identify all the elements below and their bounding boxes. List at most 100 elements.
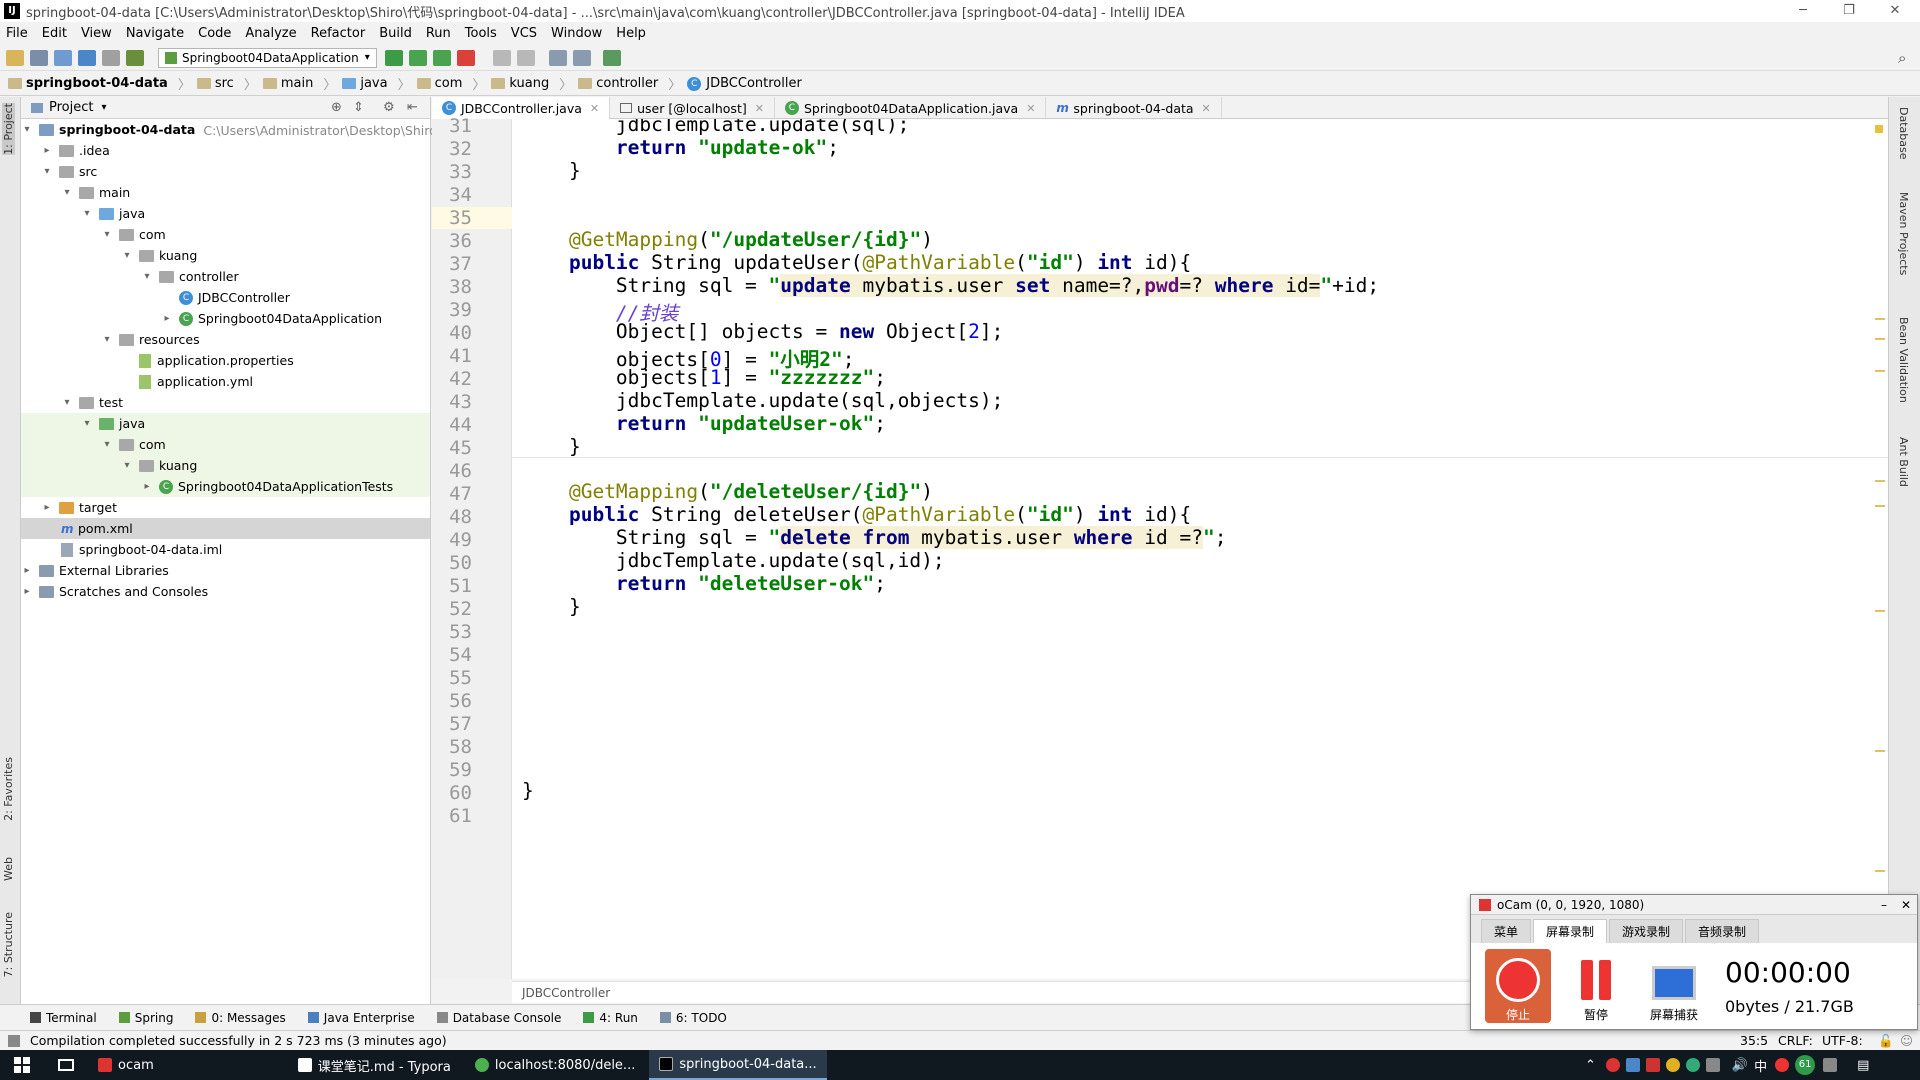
breadcrumb-java[interactable]: java (342, 76, 388, 91)
ocam-tab-game-record[interactable]: 游戏录制 (1609, 919, 1684, 943)
tree-node-com[interactable]: ▾ com (101, 224, 165, 245)
maven-tool-tab[interactable]: Maven Projects (1897, 192, 1910, 275)
terminal-tab[interactable]: Terminal (30, 1011, 97, 1025)
breadcrumb-kuang[interactable]: kuang (491, 76, 549, 91)
menu-navigate[interactable]: Navigate (126, 26, 184, 41)
maximize-icon[interactable]: ❐ (1826, 0, 1872, 22)
input-method-indicator[interactable]: 中 (1754, 1056, 1767, 1075)
menu-window[interactable]: Window (551, 26, 602, 41)
tree-node-iml[interactable]: springboot-04-data.iml (61, 539, 222, 560)
notification-icon[interactable]: ▤ (1857, 1058, 1869, 1073)
tree-node-test-kuang[interactable]: ▾ kuang (121, 455, 197, 476)
tree-node-test[interactable]: ▾ test (61, 392, 123, 413)
tree-node-resources[interactable]: ▾ resources (101, 329, 199, 350)
minimize-icon[interactable]: ─ (1780, 0, 1826, 22)
breadcrumb-class[interactable]: C JDBCController (687, 76, 802, 91)
tree-node-jdbccontroller[interactable]: C JDBCController (161, 287, 290, 308)
breadcrumb-controller[interactable]: controller (578, 76, 658, 91)
file-encoding[interactable]: UTF-8: (1822, 1033, 1863, 1048)
messages-tab[interactable]: 0: Messages (195, 1011, 286, 1025)
open-folder-icon[interactable] (6, 49, 24, 66)
network-icon[interactable] (1705, 1058, 1720, 1072)
tree-node-application-yml[interactable]: application.yml (121, 371, 253, 392)
tree-node-test-com[interactable]: ▾ com (101, 434, 165, 455)
search-icon[interactable]: ⌕ (1898, 49, 1906, 67)
warning-mark[interactable] (1875, 318, 1885, 320)
database-tool-tab[interactable]: Database (1897, 107, 1910, 160)
gear-icon[interactable]: ⚙ (383, 100, 395, 115)
forward-icon[interactable] (102, 49, 120, 66)
task-view-button[interactable] (48, 1050, 84, 1080)
ant-build-tool-tab[interactable]: Ant Build (1897, 437, 1910, 487)
favorites-tool-tab[interactable]: 2: Favorites (2, 757, 15, 821)
wechat-tray-icon[interactable] (1685, 1058, 1700, 1072)
debug-icon[interactable] (408, 49, 427, 66)
tab-user-localhost[interactable]: user [@localhost] ✕ (610, 97, 775, 119)
close-tab-icon[interactable]: ✕ (590, 102, 599, 115)
menu-code[interactable]: Code (198, 26, 231, 41)
breadcrumb-project[interactable]: springboot-04-data (8, 76, 168, 91)
database-console-tab[interactable]: Database Console (436, 1011, 561, 1025)
taskbar-item-ocam[interactable]: ocam (88, 1050, 284, 1080)
tool-windows-icon[interactable] (8, 1034, 20, 1047)
tree-node-scratches[interactable]: ▸ Scratches and Consoles (21, 581, 208, 602)
menu-edit[interactable]: Edit (42, 26, 67, 41)
project-view-select[interactable]: Project (49, 100, 93, 115)
tab-pom[interactable]: m springboot-04-data ✕ (1046, 97, 1222, 119)
menu-file[interactable]: File (6, 26, 28, 41)
stop-button[interactable]: 停止 (1485, 949, 1551, 1023)
project-tool-tab[interactable]: 1: Project (2, 103, 15, 155)
breadcrumb-com[interactable]: com (416, 76, 462, 91)
web-tool-tab[interactable]: Web (2, 857, 15, 881)
save-icon[interactable] (30, 49, 48, 66)
breadcrumb-main[interactable]: main (262, 76, 313, 91)
tree-node-project[interactable]: ▾ springboot-04-data C:\Users\Administrato… (21, 119, 465, 140)
taskbar-item-typora[interactable]: 课堂笔记.md - Typora (288, 1050, 461, 1080)
run-config-select[interactable]: Springboot04DataApplication ▾ (158, 47, 377, 68)
menu-refactor[interactable]: Refactor (311, 26, 366, 41)
tree-node-pom[interactable]: m pom.xml (61, 518, 133, 539)
taskbar-item-intellij[interactable]: springboot-04-data... (649, 1050, 827, 1080)
sogou-icon[interactable] (1775, 1058, 1790, 1072)
inspection-ok-icon[interactable] (1875, 125, 1883, 133)
sync-icon[interactable] (54, 49, 72, 66)
inspector-icon[interactable]: ☺ (1900, 1033, 1913, 1048)
qq-tray-icon[interactable] (1645, 1058, 1660, 1072)
close-tab-icon[interactable]: ✕ (755, 102, 764, 115)
warning-mark[interactable] (1875, 338, 1885, 340)
tree-node-idea[interactable]: ▸ .idea (41, 140, 109, 161)
structure-tool-tab[interactable]: 7: Structure (2, 912, 15, 977)
breadcrumb-src[interactable]: src (196, 76, 234, 91)
start-button[interactable] (0, 1050, 44, 1080)
menu-tools[interactable]: Tools (465, 26, 497, 41)
tree-node-src[interactable]: ▾ src (41, 161, 97, 182)
tree-node-main[interactable]: ▾ main (61, 182, 130, 203)
tab-application[interactable]: C Springboot04DataApplication.java ✕ (775, 97, 1047, 119)
menu-build[interactable]: Build (379, 26, 412, 41)
close-icon[interactable]: ✕ (1872, 0, 1918, 22)
update-icon[interactable] (492, 49, 511, 66)
tray-app-icon[interactable] (1665, 1058, 1680, 1072)
collapse-icon[interactable]: ⇕ (353, 100, 364, 115)
back-icon[interactable] (78, 49, 96, 66)
ocam-tab-audio-record[interactable]: 音频录制 (1685, 919, 1760, 943)
status-message[interactable]: Compilation completed successfully in 2 … (30, 1033, 447, 1048)
commit-icon[interactable] (516, 49, 535, 66)
chevron-up-icon[interactable]: ⌃ (1585, 1058, 1596, 1073)
menu-vcs[interactable]: VCS (511, 26, 537, 41)
close-tab-icon[interactable]: ✕ (1202, 102, 1211, 115)
tree-node-controller[interactable]: ▾ controller (141, 266, 238, 287)
warning-mark[interactable] (1875, 750, 1885, 752)
rerun-icon[interactable] (384, 49, 403, 66)
menu-view[interactable]: View (81, 26, 112, 41)
tree-node-target[interactable]: ▸ target (41, 497, 117, 518)
stop-icon[interactable] (456, 49, 475, 66)
code-editor[interactable]: jdbcTemplate.update(sql); return "update… (512, 119, 1888, 979)
run-tab[interactable]: 4: Run (583, 1011, 638, 1025)
tree-node-test-java[interactable]: ▾ java (81, 413, 145, 434)
tray-badge[interactable]: 61 (1795, 1055, 1816, 1075)
caret-position[interactable]: 35:5 (1740, 1033, 1768, 1048)
menu-analyze[interactable]: Analyze (245, 26, 296, 41)
ocam-tray-icon[interactable] (1605, 1058, 1620, 1072)
line-separator[interactable]: CRLF: (1778, 1033, 1813, 1048)
